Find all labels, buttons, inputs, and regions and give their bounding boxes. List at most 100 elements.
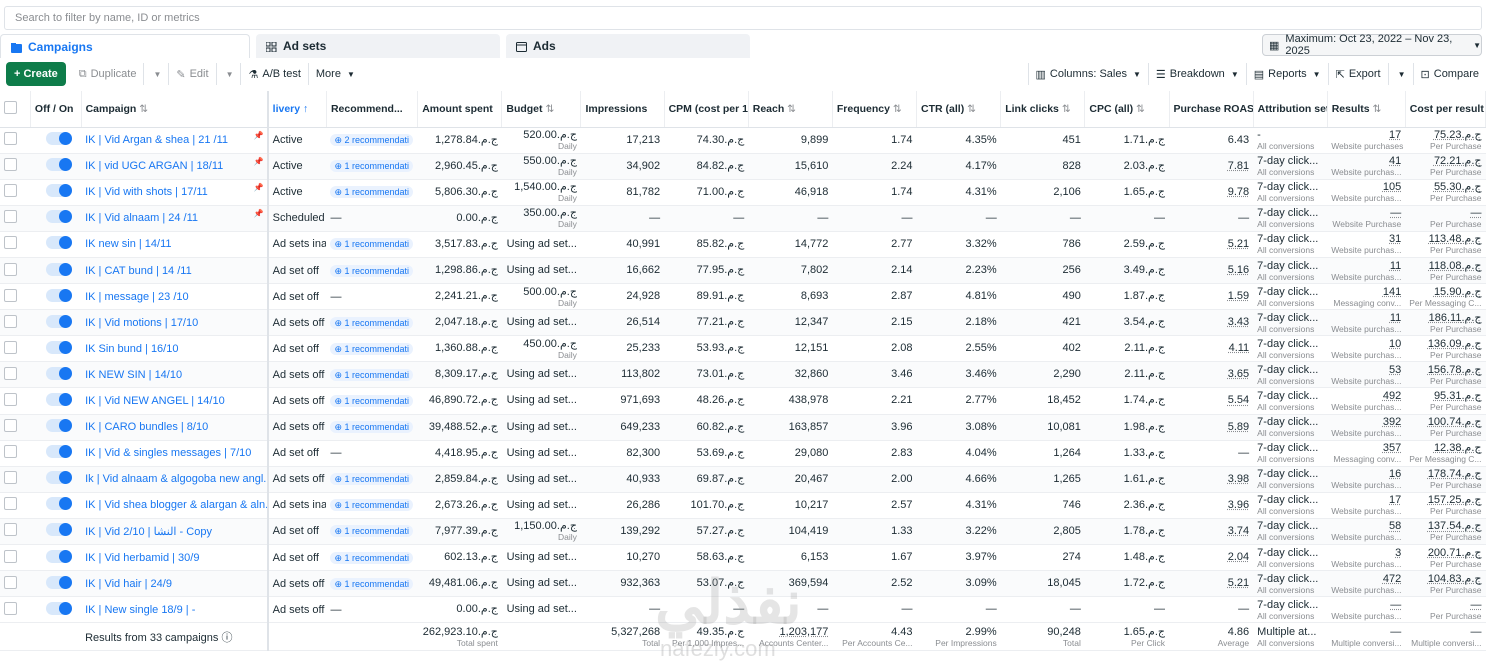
row-checkbox[interactable] [4, 158, 17, 172]
recommendation-badge[interactable]: ⊕ 1 recommendati [330, 394, 414, 407]
recommendation-badge[interactable]: ⊕ 1 recommendati [330, 186, 414, 199]
campaign-name-cell[interactable]: IK | Vid Argan & shea | 21 /11 📌 [81, 127, 268, 154]
row-select[interactable] [0, 127, 31, 154]
recommendation-badge[interactable]: ⊕ 1 recommendati [330, 342, 414, 355]
budget-cell[interactable]: Using ad set... [501, 257, 581, 285]
table-row[interactable]: IK | CAT bund | 14 /11 Ad set off ⊕ 1 re… [0, 257, 1486, 285]
row-toggle-cell[interactable] [30, 283, 82, 311]
campaign-name-cell[interactable]: IK NEW SIN | 14/10 [81, 361, 268, 389]
on-off-toggle[interactable] [46, 262, 73, 276]
search-bar[interactable]: Search to filter by name, ID or metrics [4, 6, 1482, 30]
row-select[interactable] [0, 283, 31, 311]
campaign-name-cell[interactable]: IK | Vid NEW ANGEL | 14/10 [81, 387, 268, 415]
columns-button[interactable]: ▥ Columns: Sales ▼ [1027, 63, 1148, 85]
campaign-name-cell[interactable]: IK | CARO bundles | 8/10 [81, 414, 268, 441]
campaign-name-cell[interactable]: IK | Vid herbamid | 30/9 [81, 544, 268, 572]
campaign-name-cell[interactable]: IK | Vid alnaam | 24 /11 📌 [81, 205, 268, 232]
tab-campaigns[interactable]: Campaigns [0, 34, 250, 58]
on-off-toggle[interactable] [46, 132, 73, 146]
campaign-name-cell[interactable]: IK | Vid & singles messages | 7/10 [81, 440, 268, 467]
col-budget[interactable]: Budget ⇅ [501, 91, 582, 128]
campaign-name-cell[interactable]: IK | CAT bund | 14 /11 [81, 257, 268, 285]
on-off-toggle[interactable] [46, 236, 73, 250]
table-row[interactable]: IK | Vid Argan & shea | 21 /11 📌 Active ⊕… [0, 127, 1486, 154]
campaign-link[interactable]: IK | Vid NEW ANGEL | 14/10 [85, 395, 225, 407]
col-delivery[interactable]: livery ↑ [266, 91, 327, 128]
row-select[interactable] [0, 257, 31, 285]
col-cost-per-result[interactable]: Cost per result [1405, 91, 1486, 128]
on-off-toggle[interactable] [46, 445, 73, 459]
on-off-toggle[interactable] [46, 575, 73, 589]
budget-cell[interactable]: ج.م.‏450.00 Daily [501, 335, 581, 363]
campaign-link[interactable]: IK | Vid motions | 17/10 [85, 317, 198, 329]
duplicate-dropdown[interactable]: ▼ [144, 63, 170, 85]
on-off-toggle[interactable] [46, 497, 73, 511]
row-checkbox[interactable] [4, 366, 17, 380]
recommendation-badge[interactable]: ⊕ 1 recommendati [330, 499, 414, 512]
recommendation-badge[interactable]: ⊕ 1 recommendati [330, 421, 414, 434]
compare-button[interactable]: ⊡ Compare [1412, 63, 1486, 85]
row-select[interactable] [0, 205, 31, 232]
breakdown-button[interactable]: ☰ Breakdown ▼ [1147, 63, 1246, 85]
row-select[interactable] [0, 387, 31, 415]
budget-cell[interactable]: Using ad set... [501, 361, 581, 389]
budget-cell[interactable]: ج.م.‏1,540.00 Daily [501, 179, 581, 206]
row-select[interactable] [0, 231, 31, 258]
table-row[interactable]: Ik | Vid alnaam & algogoba new angl... A… [0, 466, 1486, 493]
row-select[interactable] [0, 596, 31, 624]
table-row[interactable]: IK | Vid alnaam | 24 /11 📌 Scheduled — ج.… [0, 205, 1486, 232]
row-toggle-cell[interactable] [30, 466, 82, 493]
recommendation-badge[interactable]: ⊕ 1 recommendati [330, 264, 414, 277]
campaign-link[interactable]: IK | Vid hair | 24/9 [85, 578, 172, 590]
on-off-toggle[interactable] [46, 471, 73, 485]
budget-cell[interactable]: Using ad set... [501, 231, 581, 258]
table-row[interactable]: IK Sin bund | 16/10 Ad set off ⊕ 1 recom… [0, 335, 1486, 363]
row-select[interactable] [0, 544, 31, 572]
table-row[interactable]: IK | Vid 2/10 | النشا - Copy Ad set off … [0, 518, 1486, 546]
ab-test-button[interactable]: ⚗ A/B test [241, 63, 309, 85]
table-row[interactable]: IK | Vid NEW ANGEL | 14/10 Ad sets off ⊕… [0, 387, 1486, 415]
campaign-link[interactable]: IK | Vid with shots | 17/11 [85, 186, 208, 198]
on-off-toggle[interactable] [46, 601, 73, 615]
row-checkbox[interactable] [4, 132, 17, 146]
table-row[interactable]: IK NEW SIN | 14/10 Ad sets off ⊕ 1 recom… [0, 361, 1486, 389]
table-row[interactable]: IK | Vid hair | 24/9 Ad sets off ⊕ 1 rec… [0, 570, 1486, 598]
recommendation-badge[interactable]: ⊕ 1 recommendati [330, 525, 414, 538]
date-range-picker[interactable]: ▦ Maximum: Oct 23, 2022 – Nov 23, 2025 ▼ [1262, 33, 1482, 57]
campaign-link[interactable]: IK | CAT bund | 14 /11 [85, 265, 192, 277]
on-off-toggle[interactable] [46, 523, 73, 537]
on-off-toggle[interactable] [46, 366, 73, 380]
row-select[interactable] [0, 179, 31, 206]
col-frequency[interactable]: Frequency ⇅ [832, 91, 918, 128]
row-checkbox[interactable] [4, 314, 17, 328]
campaign-name-cell[interactable]: IK Sin bund | 16/10 [81, 335, 268, 363]
row-select[interactable] [0, 414, 31, 441]
row-toggle-cell[interactable] [30, 518, 82, 546]
recommendation-badge[interactable]: ⊕ 1 recommendati [330, 473, 414, 486]
select-all-checkbox[interactable] [4, 100, 17, 114]
budget-cell[interactable]: Using ad set... [501, 492, 581, 519]
campaign-link[interactable]: Ik | Vid alnaam & algogoba new angl... [85, 473, 268, 485]
edit-button[interactable]: ✎ Edit [169, 63, 217, 85]
col-purchase-roas[interactable]: Purchase ROAS... [1169, 91, 1254, 128]
campaign-link[interactable]: IK | Vid alnaam | 24 /11 [85, 212, 198, 224]
table-row[interactable]: IK | Vid with shots | 17/11 📌 Active ⊕ 1 … [0, 179, 1486, 206]
export-dropdown[interactable]: ▼ [1387, 63, 1413, 85]
budget-cell[interactable]: ج.م.‏350.00 Daily [501, 205, 581, 232]
recommendation-badge[interactable]: ⊕ 2 recommendati [330, 134, 414, 147]
table-row[interactable]: IK | vid UGC ARGAN | 18/11 📌 Active ⊕ 1 r… [0, 153, 1486, 180]
reports-button[interactable]: ▤ Reports ▼ [1245, 63, 1328, 85]
export-button[interactable]: ⇱ Export [1327, 63, 1388, 85]
budget-cell[interactable]: Using ad set... [501, 440, 581, 467]
row-checkbox[interactable] [4, 523, 17, 537]
row-checkbox[interactable] [4, 575, 17, 589]
row-select[interactable] [0, 309, 31, 337]
tab-ad-sets[interactable]: Ad sets [256, 34, 500, 58]
on-off-toggle[interactable] [46, 392, 73, 406]
campaign-link[interactable]: IK NEW SIN | 14/10 [85, 369, 182, 381]
row-select[interactable] [0, 335, 31, 363]
row-toggle-cell[interactable] [30, 309, 82, 337]
on-off-toggle[interactable] [46, 288, 73, 302]
campaign-link[interactable]: IK new sin | 14/11 [85, 238, 171, 250]
row-toggle-cell[interactable] [30, 231, 82, 258]
